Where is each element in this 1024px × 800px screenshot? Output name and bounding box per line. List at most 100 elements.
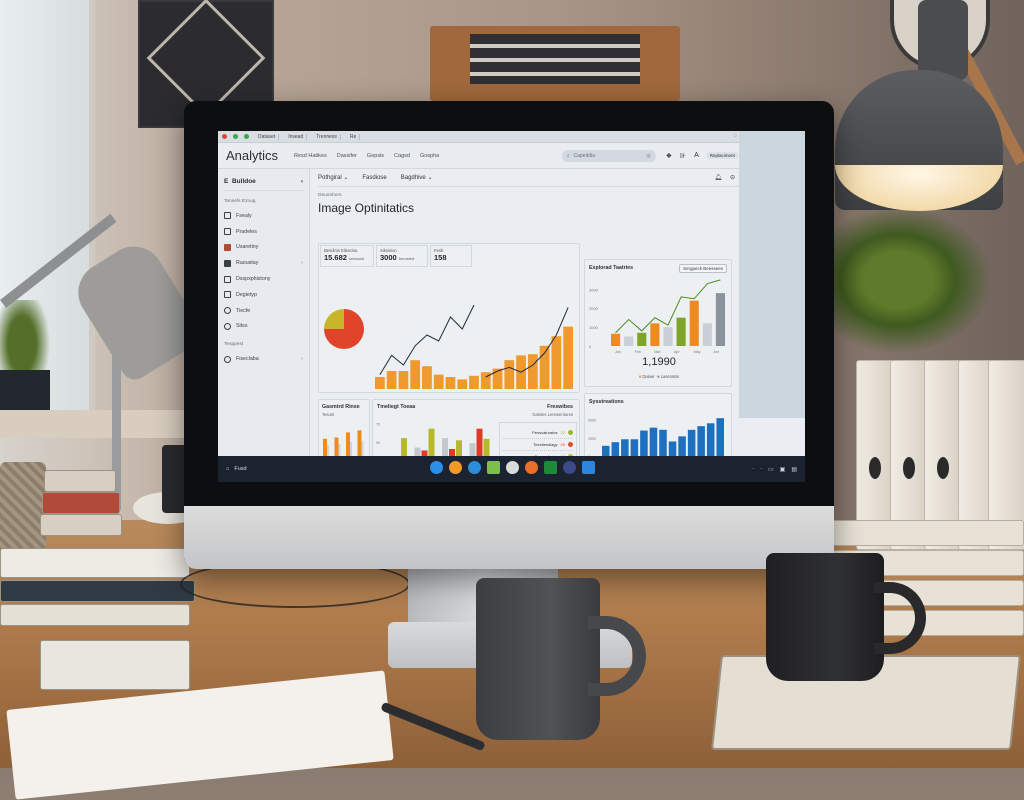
- maximize-window-button[interactable]: [244, 134, 249, 139]
- settings-icon[interactable]: [563, 461, 576, 474]
- app-brand[interactable]: Analytics: [226, 148, 278, 163]
- start-button[interactable]: ⌂ Fusd: [226, 466, 247, 472]
- sidebar-item[interactable]: Sitss: [224, 319, 303, 335]
- sidebar: E Bulldoe ‹ Tansefs Ezoug Fsealy Pradele…: [218, 169, 310, 456]
- start-label: Fusd: [234, 466, 247, 472]
- search-input[interactable]: ⌕ Capeddia ◎: [561, 149, 656, 162]
- files-icon[interactable]: [487, 461, 500, 474]
- sidebar-section-label: Tesppest: [224, 342, 244, 348]
- list-row[interactable]: Pesscaturatos 22: [503, 427, 573, 439]
- toolbar-chip[interactable]: Replaciment: [706, 152, 738, 159]
- browser-tab[interactable]: Trenness: [313, 133, 341, 140]
- menu-icon[interactable]: E: [224, 178, 228, 185]
- bar: [649, 427, 658, 456]
- firefox-icon[interactable]: [449, 461, 462, 474]
- bookmark-icon[interactable]: ◌: [734, 133, 738, 140]
- store-icon[interactable]: [468, 461, 481, 474]
- sidebar-item[interactable]: Fiseclaba ›: [224, 351, 303, 367]
- bar: [386, 371, 397, 389]
- edge-icon[interactable]: [430, 461, 443, 474]
- y-tick-label: 1000: [589, 325, 599, 330]
- bar: [650, 323, 660, 346]
- browser-tab[interactable]: Insead: [285, 133, 308, 140]
- link-icon: [224, 322, 231, 330]
- list-subtitle: Gaistes Lerewentures: [532, 412, 573, 417]
- x-tick-label: Mar: [654, 350, 661, 354]
- stat-card: Besdinis Elisncisa 15.682 sesisstal: [320, 245, 374, 267]
- x-tick-label: Feb: [635, 350, 641, 354]
- collapse-sidebar-icon[interactable]: ‹: [301, 178, 303, 185]
- sidebar-item[interactable]: Fsealy: [224, 208, 303, 224]
- monitor-screen: Dataset Insead Trenness Re ◌ ◌ ⇩ ▪ ⎙ ▯ A…: [218, 131, 805, 482]
- shield-icon: [224, 307, 231, 315]
- x-tick-label: Jan: [615, 350, 621, 354]
- stat-card: Fesb 158: [430, 245, 472, 267]
- home-icon: ⌂: [226, 466, 230, 472]
- notification-icon[interactable]: 🔔︎: [714, 174, 722, 181]
- breadcrumb[interactable]: Deuonhors: [318, 193, 797, 198]
- browser-tab[interactable]: Re: [347, 133, 361, 140]
- font-icon[interactable]: A: [694, 152, 699, 159]
- sidebar-item[interactable]: Pradeles: [224, 224, 303, 240]
- legend-label: Laseraton: [660, 374, 680, 379]
- terminal-icon[interactable]: [544, 461, 557, 474]
- sidebar-item-label: Usaretiny: [236, 244, 259, 251]
- bookmark-icon[interactable]: ⊪: [680, 152, 686, 160]
- explorad-card: Explorad Taatries Sergpeck Beessees 0 100…: [584, 259, 732, 387]
- network-icon[interactable]: ·: [752, 466, 754, 473]
- sidebar-item-label: Fiseclaba: [236, 356, 259, 363]
- bar: [640, 430, 648, 456]
- sidebar-item[interactable]: Tiecfe: [224, 303, 303, 319]
- bar: [621, 439, 629, 456]
- bar: [702, 323, 712, 346]
- minimize-window-button[interactable]: [233, 134, 238, 139]
- extensions-icon[interactable]: ❖: [666, 152, 672, 160]
- sidebar-item[interactable]: Degietyp: [224, 287, 303, 303]
- taskbar: ⌂ Fusd · · ▭ ▣ ▤: [218, 456, 805, 482]
- sidebar-item-label: Degietyp: [236, 291, 257, 298]
- browser-tab[interactable]: Dataset: [255, 133, 280, 140]
- bar: [410, 360, 421, 389]
- subnav-dropdown[interactable]: Pothgiral ⌄: [318, 174, 348, 181]
- pie-slice: [324, 309, 344, 329]
- stat-value: 158: [434, 253, 447, 262]
- document-icon[interactable]: [582, 461, 595, 474]
- list-row-value: 22: [560, 430, 565, 435]
- list-row[interactable]: Teestiesdlagy 20: [503, 439, 573, 451]
- bar: [469, 375, 479, 389]
- bar: [697, 426, 705, 456]
- nav-link[interactable]: Cagsd: [394, 153, 410, 159]
- voice-search-icon[interactable]: ◎: [646, 153, 650, 159]
- chrome-icon[interactable]: [525, 461, 538, 474]
- plant-right: [830, 200, 1000, 360]
- card-action-button[interactable]: Sergpeck Beessees: [678, 264, 727, 273]
- circle-icon: [224, 355, 231, 363]
- notification-icon[interactable]: ▤: [791, 466, 797, 473]
- lock-icon[interactable]: ⊝: [730, 174, 735, 181]
- bar: [668, 441, 677, 456]
- nav-link[interactable]: Dassifer: [337, 153, 357, 159]
- sidebar-item-label: Tiecfe: [236, 307, 251, 314]
- nav-link[interactable]: Gospha: [420, 153, 439, 159]
- y-tick-label: 50: [376, 441, 380, 445]
- close-window-button[interactable]: [222, 134, 227, 139]
- wall-shelf: [430, 26, 680, 101]
- sidebar-item[interactable]: Usaretiny: [224, 240, 303, 256]
- sidebar-item[interactable]: Raoustay ›: [224, 255, 303, 271]
- bar: [630, 439, 639, 456]
- clock-icon[interactable]: [506, 461, 519, 474]
- calendar-icon[interactable]: ▣: [780, 466, 786, 473]
- bar: [457, 379, 468, 389]
- card-title: Gasmtrd Rinse: [322, 404, 360, 410]
- battery-icon[interactable]: ▭: [768, 466, 774, 473]
- subnav-dropdown[interactable]: Bagdhive ⌄: [401, 174, 433, 181]
- subnav-link[interactable]: Fasdiose: [362, 175, 386, 181]
- nav-link[interactable]: Gepsis: [367, 153, 384, 159]
- sidebar-item-label: Dsspxphistony: [236, 276, 271, 283]
- x-tick-label: Jun: [713, 350, 719, 354]
- folder-icon: [224, 275, 231, 283]
- sidebar-item[interactable]: Dsspxphistony: [224, 271, 303, 287]
- volume-icon[interactable]: ·: [760, 466, 762, 473]
- nav-link[interactable]: Resd Hatikes: [294, 153, 327, 159]
- key-icon: [224, 212, 231, 220]
